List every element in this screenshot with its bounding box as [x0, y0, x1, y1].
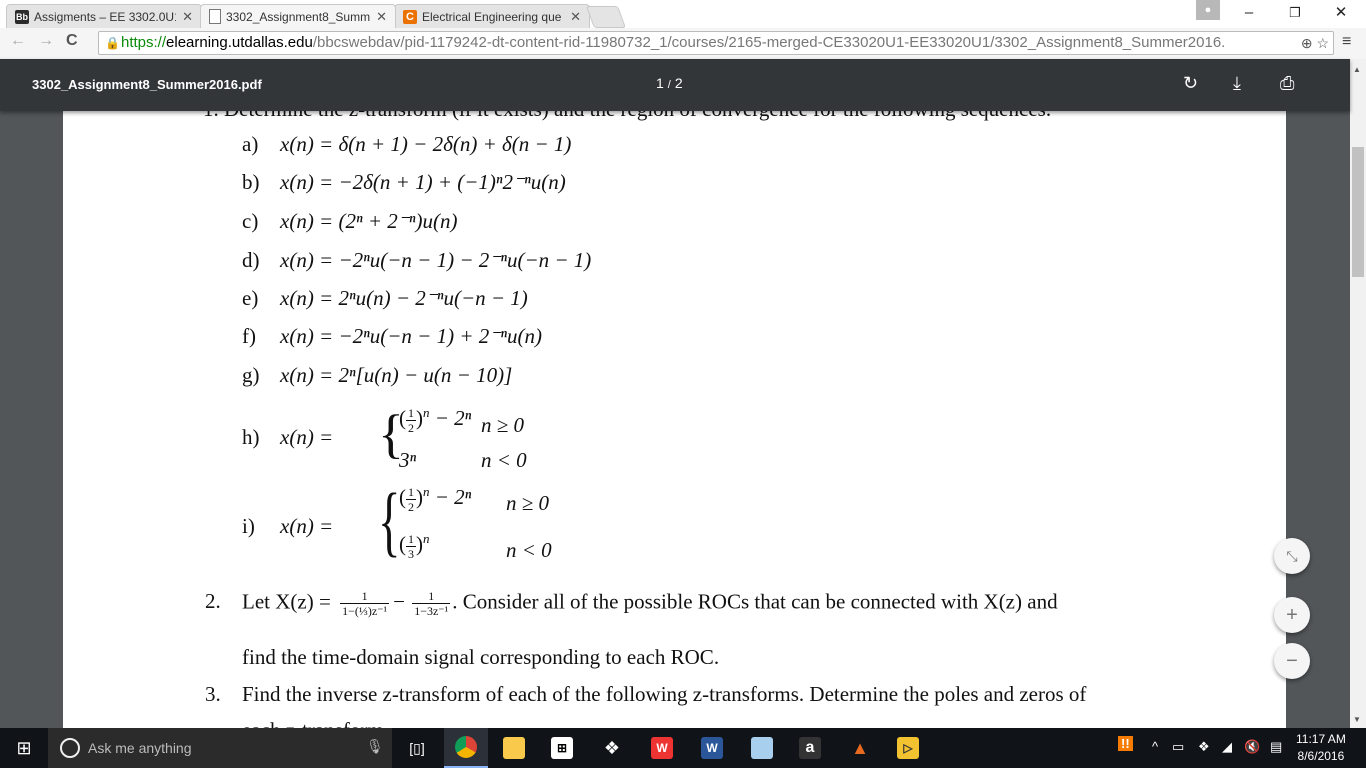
total-pages: 2 [674, 75, 683, 91]
chegg-icon: C [403, 9, 417, 24]
close-tab-icon[interactable]: ✕ [570, 9, 581, 25]
url-scheme: https:// [121, 34, 167, 51]
item-i-case2: (1 3)n [399, 531, 430, 561]
task-view-icon[interactable]: [▯] [400, 728, 434, 768]
volume-muted-icon[interactable]: 🔇 [1244, 739, 1260, 755]
minus-icon: − [1286, 650, 1298, 672]
fit-page-button[interactable]: ⤡ [1274, 538, 1310, 574]
labview-icon[interactable]: ▷ [888, 728, 928, 768]
scrollbar-thumb[interactable] [1352, 147, 1364, 277]
tab-title: Electrical Engineering que [422, 9, 562, 24]
item-i-cond2: n < 0 [506, 538, 552, 562]
pdf-toolbar: 3302_Assignment8_Summer2016.pdf 1/2 ↻ ⤓ … [0, 59, 1350, 111]
zoom-indicator-icon[interactable]: ⊕ [1301, 35, 1313, 51]
item-e: e) x(n) = 2ⁿu(n) − 2⁻ⁿu(−n − 1) [242, 286, 528, 310]
close-window-button[interactable]: ✕ [1318, 0, 1364, 26]
zoom-out-button[interactable]: − [1274, 643, 1310, 679]
item-i-cond1: n ≥ 0 [506, 491, 550, 515]
blackboard-icon: Bb [15, 9, 29, 24]
chrome-menu-icon[interactable]: ≡ [1342, 33, 1351, 51]
close-tab-icon[interactable]: ✕ [376, 9, 387, 25]
tab-strip: Bb Assigments – EE 3302.0U1 ✕ 3302_Assig… [0, 0, 1366, 28]
tab-title: 3302_Assignment8_Summ [226, 9, 371, 24]
dropbox-icon[interactable]: ❖ [592, 728, 632, 768]
item-i-label: i) x(n) = [242, 514, 334, 538]
item-h-case1: (1 2)n − 2ⁿ [399, 405, 472, 435]
pdf-title: 3302_Assignment8_Summer2016.pdf [32, 77, 262, 92]
action-center-icon[interactable]: ▤ [1270, 739, 1282, 755]
notification-alert-icon[interactable]: !! [1118, 736, 1133, 751]
microphone-icon[interactable]: 🎙 [366, 738, 384, 755]
reload-icon[interactable]: C [66, 32, 78, 50]
cortana-search-box[interactable]: Ask me anything 🎙 [48, 728, 392, 768]
tab-chegg[interactable]: C Electrical Engineering que ✕ [394, 4, 590, 28]
scroll-up-arrow-icon[interactable]: ▲ [1353, 65, 1361, 74]
windows-taskbar: ⊞ Ask me anything 🎙 [▯] ⊞ ❖ W W a ▲ ▷ !!… [0, 728, 1366, 768]
minimize-button[interactable]: – [1226, 0, 1272, 26]
notepad-icon[interactable] [742, 728, 782, 768]
item-a: a) x(n) = δ(n + 1) − 2δ(n) + δ(n − 1) [242, 132, 572, 156]
clock-time: 11:17 AM [1296, 732, 1346, 746]
question-2-line2: find the time-domain signal correspondin… [242, 645, 720, 669]
tab-title: Assigments – EE 3302.0U1 [34, 9, 177, 24]
item-h-cond1: n ≥ 0 [481, 413, 525, 437]
matlab-icon[interactable]: ▲ [840, 728, 880, 768]
plus-icon: + [1286, 604, 1298, 626]
file-explorer-icon[interactable] [496, 728, 532, 768]
dropbox-tray-icon[interactable]: ❖ [1198, 739, 1210, 755]
url-path: /bbcswebdav/pid-1179242-dt-content-rid-1… [312, 34, 1226, 51]
windows-start-icon[interactable]: ⊞ [0, 728, 48, 768]
download-icon[interactable]: ⤓ [1233, 73, 1241, 94]
item-h-label: h) x(n) = [242, 425, 334, 449]
profile-icon[interactable]: ● [1196, 0, 1220, 20]
pdf-page: 1. Determine the z-transform (if it exis… [63, 111, 1286, 728]
item-h-cond2: n < 0 [481, 448, 527, 472]
store-icon[interactable]: ⊞ [542, 728, 582, 768]
document-icon [209, 9, 221, 24]
scroll-down-arrow-icon[interactable]: ▼ [1353, 715, 1361, 724]
word-icon[interactable]: W [692, 728, 732, 768]
new-tab-button[interactable] [585, 6, 627, 28]
wps-icon[interactable]: W [642, 728, 682, 768]
item-i-case1: (1 2)n − 2ⁿ [399, 484, 472, 514]
chrome-taskbar-icon[interactable] [444, 728, 488, 768]
item-f: f) x(n) = −2ⁿu(−n − 1) + 2⁻ⁿu(n) [242, 324, 542, 348]
show-hidden-icons[interactable]: ^ [1152, 739, 1158, 754]
page-indicator: 1/2 [656, 75, 683, 91]
system-clock[interactable]: 11:17 AM 8/6/2016 [1296, 731, 1346, 765]
bookmark-star-icon[interactable]: ☆ [1316, 35, 1329, 51]
forward-arrow-icon[interactable]: → [38, 32, 54, 50]
clock-date: 8/6/2016 [1297, 749, 1345, 763]
item-g: g) x(n) = 2ⁿ[u(n) − u(n − 10)] [242, 363, 513, 387]
back-arrow-icon[interactable]: ← [10, 32, 26, 50]
question-2: 2. Let X(z) = 1 1−(⅓)z⁻¹ − 1 1−3z⁻¹. Conside… [205, 589, 1058, 618]
question-3: 3. Find the inverse z-transform of each o… [205, 682, 1087, 706]
print-icon[interactable]: ⎙ [1280, 73, 1294, 94]
browser-toolbar: ← → C 🔒https://elearning.utdallas.edu/bb… [0, 28, 1366, 60]
item-d: d) x(n) = −2ⁿu(−n − 1) − 2⁻ⁿu(−n − 1) [242, 248, 592, 272]
tab-blackboard[interactable]: Bb Assigments – EE 3302.0U1 ✕ [6, 4, 202, 28]
item-c: c) x(n) = (2ⁿ + 2⁻ⁿ)u(n) [242, 209, 458, 233]
question-1-heading: 1. Determine the z-transform (if it exis… [203, 111, 1051, 122]
item-b: b) x(n) = −2δ(n + 1) + (−1)ⁿ2⁻ⁿu(n) [242, 170, 566, 194]
rotate-icon[interactable]: ↻ [1183, 73, 1198, 94]
cortana-icon [60, 738, 80, 758]
lock-icon: 🔒 [105, 36, 120, 50]
tab-pdf[interactable]: 3302_Assignment8_Summ ✕ [200, 4, 396, 28]
amazon-icon[interactable]: a [790, 728, 830, 768]
wifi-icon[interactable]: ◢ [1222, 739, 1232, 755]
restore-button[interactable]: ❐ [1272, 0, 1318, 26]
address-bar[interactable]: 🔒https://elearning.utdallas.edu/bbcswebd… [98, 31, 1334, 55]
item-i-brace: { [378, 477, 401, 564]
close-tab-icon[interactable]: ✕ [182, 9, 193, 25]
question-3-cut: each z-transform. [242, 718, 389, 728]
vertical-scrollbar[interactable]: ▲ ▼ [1350, 59, 1366, 728]
item-h-case2: 3ⁿ [399, 448, 417, 472]
fit-to-page-icon: ⤡ [1286, 548, 1298, 564]
current-page[interactable]: 1 [656, 75, 664, 91]
url-host: elearning.utdallas.edu [166, 34, 313, 51]
battery-icon[interactable]: ▭ [1172, 739, 1184, 755]
zoom-in-button[interactable]: + [1274, 597, 1310, 633]
